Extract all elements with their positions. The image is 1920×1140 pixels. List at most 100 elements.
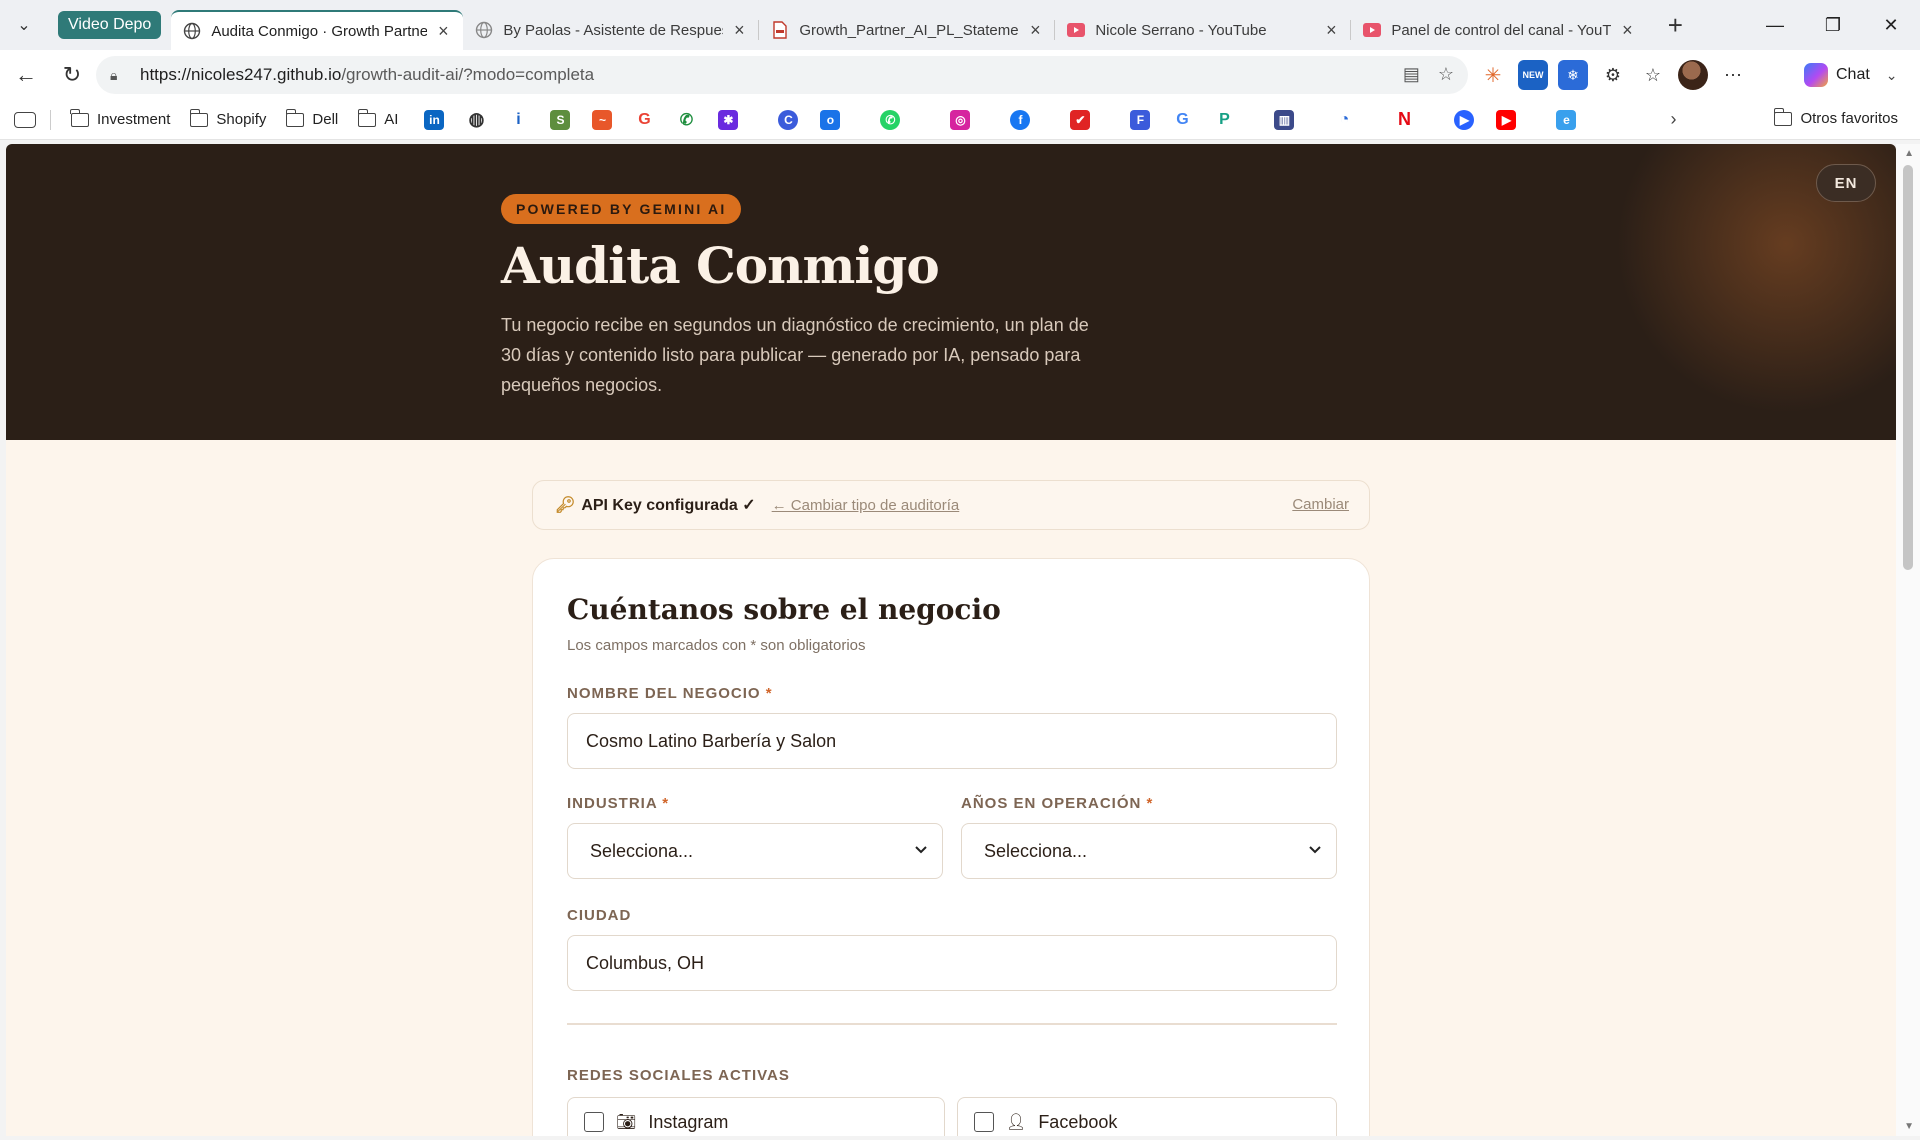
bookmarks-bar: Investment Shopify Dell AI in ◍ i S ~ G … <box>0 100 1920 140</box>
bookmark-folder-dell[interactable]: Dell <box>285 108 338 128</box>
pdf-icon <box>771 21 789 39</box>
extension-icons: ✳ NEW ❄ ⚙ ☆ ⋯ <box>1478 60 1748 90</box>
close-icon[interactable]: × <box>1321 20 1341 40</box>
youtube-icon <box>1067 21 1086 39</box>
scroll-up-icon[interactable]: ▲ <box>1904 148 1914 159</box>
bookmark-folder-ai[interactable]: AI <box>357 108 398 128</box>
refresh-icon[interactable]: ↻ <box>52 55 92 95</box>
chevron-down-icon[interactable]: ⌄ <box>1886 67 1898 84</box>
close-icon[interactable]: × <box>1617 20 1637 40</box>
browser-toolbar: ← ↻ 🔒︎ https://nicoles247.github.io/grow… <box>0 50 1920 100</box>
change-api-key-link[interactable]: Cambiar <box>1292 496 1349 513</box>
language-toggle-button[interactable]: EN <box>1816 164 1876 202</box>
tab-title: Audita Conmigo · Growth Partner AI <box>211 22 428 40</box>
facebook-icon[interactable]: f <box>1010 109 1031 130</box>
url-text: https://nicoles247.github.io/growth-audi… <box>140 65 595 84</box>
minimize-icon[interactable]: — <box>1746 0 1804 50</box>
page-viewport: EN POWERED BY GEMINI AI Audita Conmigo T… <box>6 144 1896 1136</box>
red-bookmark-icon[interactable]: ✔ <box>1070 109 1091 130</box>
back-arrow-icon[interactable]: ← <box>6 55 46 95</box>
business-name-label: NOMBRE DEL NEGOCIO * <box>567 685 773 702</box>
business-form-card: Cuéntanos sobre el negocio Los campos ma… <box>532 558 1370 1136</box>
social-option-instagram[interactable]: 📷︎ Instagram <box>567 1097 945 1136</box>
avatar[interactable] <box>1678 60 1708 90</box>
tab-actions-menu-icon[interactable]: ⌄ <box>0 0 48 50</box>
business-name-input[interactable]: Cosmo Latino Barbería y Salon <box>567 713 1337 769</box>
change-audit-type-link[interactable]: ← Cambiar tipo de auditoría <box>772 497 960 514</box>
close-icon[interactable]: × <box>729 20 749 40</box>
instagram-checkbox[interactable] <box>584 1112 604 1132</box>
phone-icon[interactable]: ✆ <box>676 109 697 130</box>
spark-extension-icon[interactable]: ✳ <box>1478 60 1508 90</box>
close-icon[interactable]: × <box>1025 20 1045 40</box>
bookmark-folder-investment[interactable]: Investment <box>70 108 170 128</box>
folder-icon <box>285 108 305 127</box>
tab-group-label[interactable]: Video Depo <box>58 11 162 39</box>
social-option-facebook[interactable]: 👤︎ Facebook <box>957 1097 1337 1136</box>
site-info-icon[interactable]: 🔒︎ <box>110 67 130 84</box>
chevron-right-icon[interactable]: › <box>1670 109 1676 130</box>
outlook-icon[interactable]: o <box>820 109 841 130</box>
copilot-icon <box>1804 63 1828 87</box>
scroll-down-icon[interactable]: ▼ <box>1904 1121 1914 1132</box>
play-icon[interactable]: ▶ <box>1454 109 1475 130</box>
cast-icon[interactable]: ◔ <box>1334 109 1355 130</box>
analytics-icon[interactable]: ▥ <box>1274 109 1295 130</box>
c-bookmark-icon[interactable]: C <box>778 109 799 130</box>
forms-icon[interactable]: F <box>1130 109 1151 130</box>
folder-icon <box>70 108 89 127</box>
collections-icon[interactable] <box>14 111 36 128</box>
new-tab-button[interactable]: + <box>1655 5 1695 45</box>
chart-bookmark-icon[interactable]: ~ <box>592 109 613 130</box>
google-icon[interactable]: G <box>634 109 655 130</box>
new-extension-icon[interactable]: NEW <box>1518 60 1548 90</box>
tab-pl-statement[interactable]: Growth_Partner_AI_PL_Statement.pdf × <box>759 10 1056 50</box>
netflix-icon[interactable]: N <box>1394 109 1415 130</box>
api-key-bar: 🔑︎ API Key configurada ✓ ← Cambiar tipo … <box>532 480 1370 530</box>
hero-subtitle: Tu negocio recibe en segundos un diagnós… <box>501 315 1089 395</box>
linkedin-icon[interactable]: in <box>424 109 445 130</box>
tab-by-paolas[interactable]: By Paolas - Asistente de Respuestas × <box>463 10 760 50</box>
p-bookmark-icon[interactable]: P <box>1214 109 1235 130</box>
close-window-icon[interactable]: ✕ <box>1862 0 1920 50</box>
years-select[interactable]: Selecciona... <box>961 823 1337 879</box>
youtube-icon[interactable]: ▶ <box>1496 109 1517 130</box>
puzzle-bookmark-icon[interactable]: ✱ <box>718 109 739 130</box>
folder-icon <box>1773 107 1793 126</box>
tab-title: Nicole Serrano - YouTube <box>1095 21 1267 39</box>
favorite-star-icon[interactable]: ☆ <box>1438 64 1454 85</box>
more-menu-icon[interactable]: ⋯ <box>1718 60 1748 90</box>
youtube-icon <box>1363 21 1382 39</box>
info-bookmark-icon[interactable]: i <box>508 109 529 130</box>
address-bar[interactable]: 🔒︎ https://nicoles247.github.io/growth-a… <box>96 56 1468 94</box>
tab-audita-conmigo[interactable]: Audita Conmigo · Growth Partner AI × <box>171 10 464 50</box>
form-required-note: Los campos marcados con * son obligatori… <box>567 637 866 654</box>
reader-mode-icon[interactable]: ▤ <box>1403 64 1420 85</box>
api-key-status: API Key configurada ✓ <box>581 497 756 514</box>
extensions-puzzle-icon[interactable]: ⚙ <box>1598 60 1628 90</box>
camera-icon: 📷︎ <box>616 1114 637 1131</box>
bookmark-folder-shopify[interactable]: Shopify <box>189 108 266 128</box>
close-icon[interactable]: × <box>433 21 453 41</box>
restore-icon[interactable]: ❐ <box>1804 0 1862 50</box>
form-title: Cuéntanos sobre el negocio <box>567 593 1001 626</box>
globe-icon <box>183 22 201 40</box>
facebook-checkbox[interactable] <box>974 1112 994 1132</box>
snowflake-extension-icon[interactable]: ❄ <box>1558 60 1588 90</box>
favorites-icon[interactable]: ☆ <box>1638 60 1668 90</box>
other-favorites[interactable]: Otros favoritos <box>1773 107 1898 127</box>
globe-icon[interactable]: ◍ <box>466 109 487 130</box>
google-icon[interactable]: G <box>1172 109 1193 130</box>
instagram-icon[interactable]: ◎ <box>950 109 971 130</box>
e-bookmark-icon[interactable]: e <box>1556 109 1577 130</box>
scroll-thumb[interactable] <box>1903 165 1913 570</box>
shopify-icon[interactable]: S <box>550 109 571 130</box>
years-label: AÑOS EN OPERACIÓN * <box>961 795 1154 812</box>
chat-label: Chat <box>1836 66 1870 83</box>
tab-youtube-studio[interactable]: Panel de control del canal - YouTube Stu… <box>1351 10 1647 50</box>
copilot-chat-button[interactable]: Chat ⌄ <box>1804 58 1898 92</box>
industry-select[interactable]: Selecciona... <box>567 823 943 879</box>
city-input[interactable]: Columbus, OH <box>567 935 1337 991</box>
whatsapp-icon[interactable]: ✆ <box>880 109 901 130</box>
tab-youtube-channel[interactable]: Nicole Serrano - YouTube × <box>1055 10 1352 50</box>
